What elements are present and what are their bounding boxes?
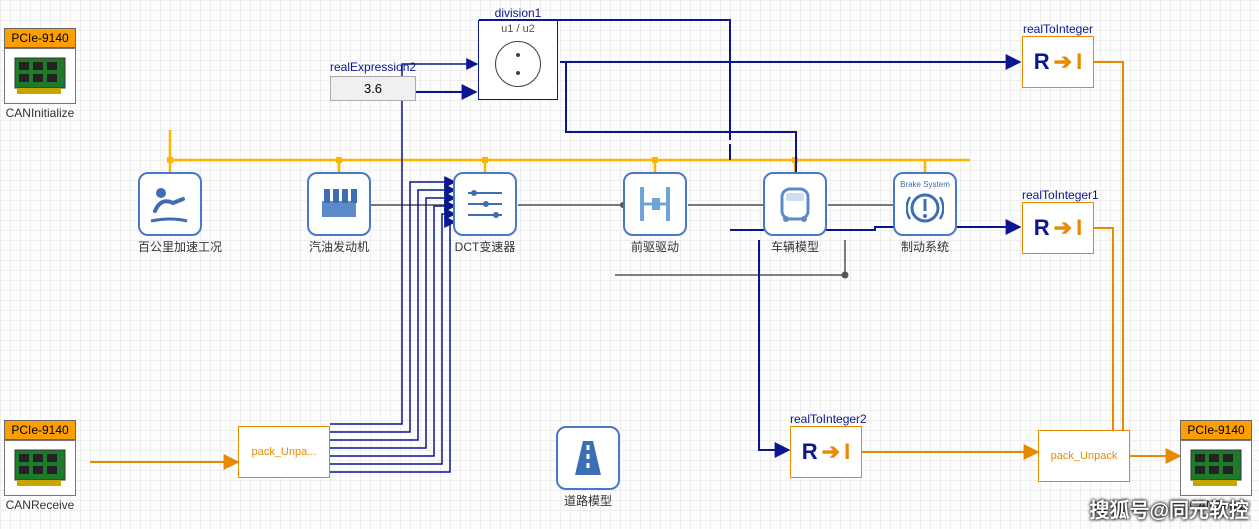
real-expression2-block[interactable]: realExpression2 3.6 bbox=[330, 60, 416, 101]
caption: DCT变速器 bbox=[453, 238, 517, 255]
vehicle-icon bbox=[763, 172, 827, 236]
can-initialize-block[interactable]: PCIe-9140 CANInitialize bbox=[4, 28, 76, 120]
pack-unpack-right-block[interactable]: pack_Unpack bbox=[1038, 430, 1130, 482]
pcb-icon bbox=[4, 48, 76, 104]
vehicle-block[interactable]: 车辆模型 bbox=[763, 172, 827, 255]
label: realToInteger2 bbox=[790, 412, 867, 426]
real-to-integer1-block[interactable]: realToInteger1 R➔I bbox=[1022, 188, 1099, 254]
label: realToInteger1 bbox=[1022, 188, 1099, 202]
pcie-label: PCIe-9140 bbox=[1180, 420, 1252, 440]
caption: CANInitialize bbox=[4, 106, 76, 120]
pcb-icon bbox=[1180, 440, 1252, 496]
pack-unpack-icon: pack_Unpa... bbox=[238, 426, 330, 478]
caption: 汽油发动机 bbox=[307, 238, 371, 255]
r2i-icon: R➔I bbox=[1022, 202, 1094, 254]
watermark: 搜狐号@同元软控 bbox=[1089, 494, 1249, 523]
pcb-icon bbox=[4, 440, 76, 496]
caption: 道路模型 bbox=[556, 492, 620, 509]
engine-icon bbox=[307, 172, 371, 236]
engine-block[interactable]: 汽油发动机 bbox=[307, 172, 371, 255]
real-to-integer2-block[interactable]: realToInteger2 R➔I bbox=[790, 412, 867, 478]
real-to-integer-block[interactable]: realToInteger R➔I bbox=[1022, 22, 1094, 88]
pcie-label: PCIe-9140 bbox=[4, 420, 76, 440]
caption: CANReceive bbox=[4, 498, 76, 512]
division1-block[interactable]: division1 u1 / u2 bbox=[478, 6, 558, 100]
accel-icon bbox=[138, 172, 202, 236]
accel-block[interactable]: 百公里加速工况 bbox=[138, 172, 222, 255]
road-icon bbox=[556, 426, 620, 490]
caption: 前驱驱动 bbox=[623, 238, 687, 255]
division-icon: u1 / u2 bbox=[478, 20, 558, 100]
r2i-icon: R➔I bbox=[790, 426, 862, 478]
pack-unpack-icon: pack_Unpack bbox=[1038, 430, 1130, 482]
road-block[interactable]: 道路模型 bbox=[556, 426, 620, 509]
can-receive-block[interactable]: PCIe-9140 CANReceive bbox=[4, 420, 76, 512]
value: 3.6 bbox=[330, 76, 416, 101]
label: realExpression2 bbox=[330, 60, 416, 74]
brake-block[interactable]: Brake System 制动系统 bbox=[893, 172, 957, 255]
dct-icon bbox=[453, 172, 517, 236]
caption: 车辆模型 bbox=[763, 238, 827, 255]
r2i-icon: R➔I bbox=[1022, 36, 1094, 88]
dct-block[interactable]: DCT变速器 bbox=[453, 172, 517, 255]
pack-unpack-left-block[interactable]: pack_Unpa... bbox=[238, 426, 330, 478]
label: division1 bbox=[478, 6, 558, 20]
caption: 制动系统 bbox=[893, 238, 957, 255]
fwd-block[interactable]: 前驱驱动 bbox=[623, 172, 687, 255]
brake-icon: Brake System bbox=[893, 172, 957, 236]
label: realToInteger bbox=[1022, 22, 1094, 36]
caption: 百公里加速工况 bbox=[138, 238, 222, 255]
pcie-label: PCIe-9140 bbox=[4, 28, 76, 48]
fwd-icon bbox=[623, 172, 687, 236]
